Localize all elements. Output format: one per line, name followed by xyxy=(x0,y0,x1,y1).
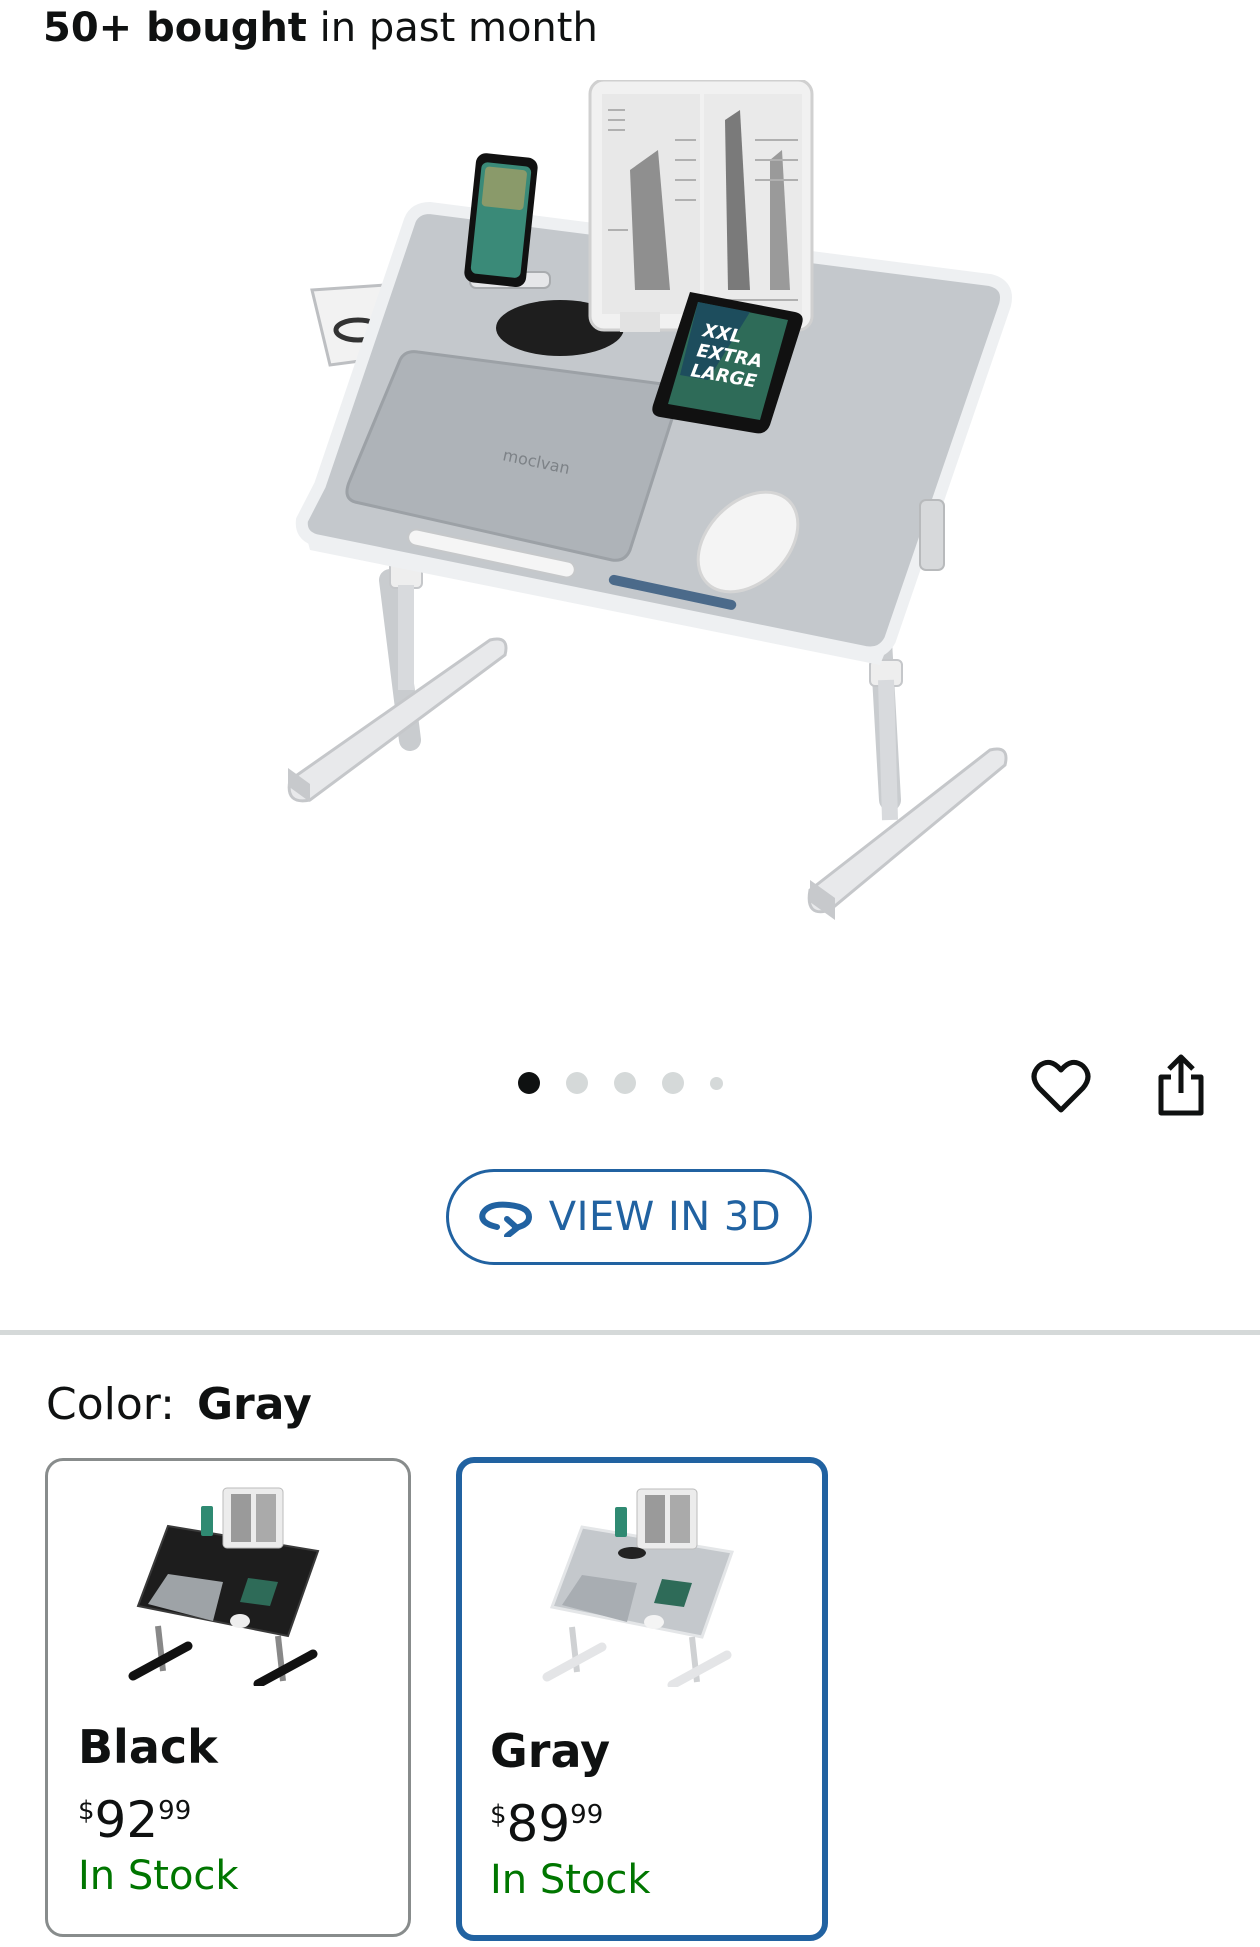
image-pagination-dots[interactable] xyxy=(518,1068,749,1098)
currency-symbol: $ xyxy=(490,1800,507,1830)
share-icon xyxy=(1158,1054,1204,1116)
availability-status: In Stock xyxy=(78,1853,239,1899)
gray-variant-thumbnail xyxy=(542,1488,735,1687)
pagination-dot[interactable] xyxy=(566,1072,588,1094)
pagination-dot[interactable] xyxy=(710,1076,723,1090)
section-divider xyxy=(0,1330,1260,1335)
price-cents: 99 xyxy=(570,1800,604,1830)
product-main-image[interactable]: moclvan XXL EXTRA LARGE xyxy=(230,78,1030,960)
color-option-black[interactable]: Black $9299 In Stock xyxy=(45,1458,411,1937)
selected-color: Gray xyxy=(196,1379,312,1430)
variant-name: Black xyxy=(78,1720,218,1774)
color-option-gray[interactable]: Gray $8999 In Stock xyxy=(456,1457,828,1941)
availability-status: In Stock xyxy=(490,1857,651,1903)
wishlist-button[interactable] xyxy=(1030,1055,1092,1117)
heart-icon xyxy=(1031,1059,1091,1113)
price-whole: 89 xyxy=(506,1795,571,1853)
pagination-dot[interactable] xyxy=(518,1072,540,1094)
view-in-3d-label: VIEW IN 3D xyxy=(548,1194,782,1240)
price-cents: 99 xyxy=(158,1796,192,1826)
bought-in-past-month: 50+ bought in past month xyxy=(43,2,598,54)
share-button[interactable] xyxy=(1150,1052,1212,1118)
bought-count: 50+ bought xyxy=(43,5,307,51)
color-key: Color: xyxy=(46,1379,175,1430)
color-selector-label: Color: Gray xyxy=(46,1377,312,1433)
black-variant-thumbnail xyxy=(128,1487,320,1686)
view-in-3d-button[interactable]: VIEW IN 3D xyxy=(446,1169,812,1265)
variant-name: Gray xyxy=(490,1724,611,1778)
pagination-dot[interactable] xyxy=(614,1072,636,1094)
rotate-3d-icon xyxy=(477,1197,535,1237)
bought-suffix: in past month xyxy=(306,5,598,51)
currency-symbol: $ xyxy=(78,1796,95,1826)
price-whole: 92 xyxy=(94,1791,159,1849)
pagination-dot[interactable] xyxy=(662,1072,684,1094)
